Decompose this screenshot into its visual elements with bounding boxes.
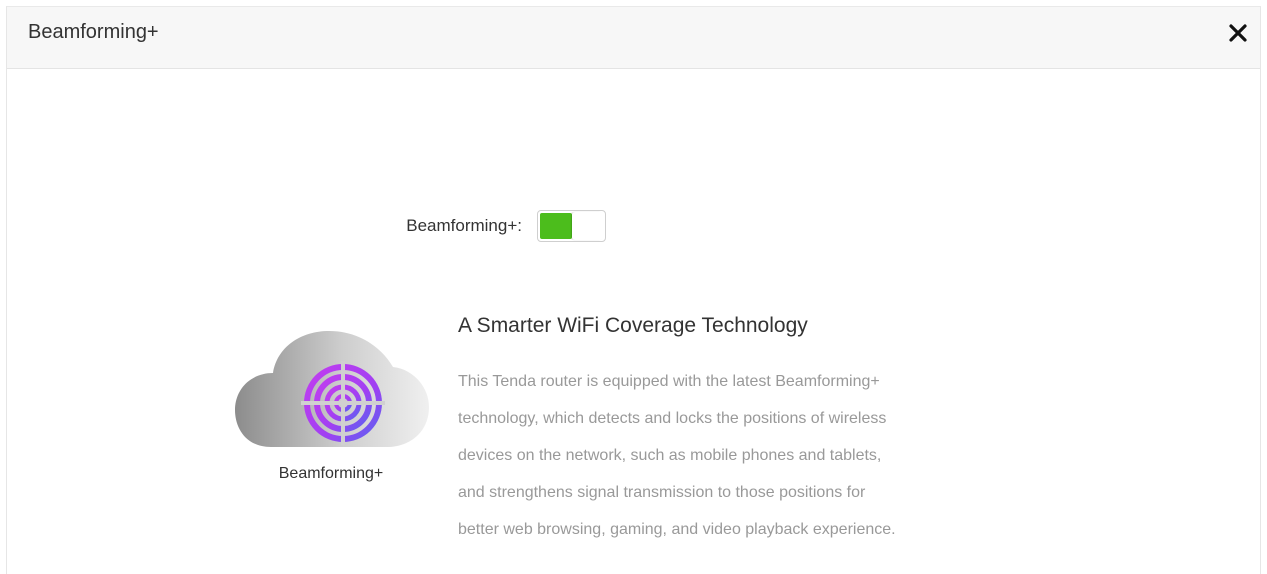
- toggle-on-fill: [540, 213, 572, 239]
- beamforming-cloud-icon: [231, 307, 431, 457]
- feature-description: This Tenda router is equipped with the l…: [458, 363, 1058, 548]
- dialog-header: Beamforming+: [7, 7, 1260, 69]
- description-line: technology, which detects and locks the …: [458, 410, 887, 427]
- dialog-title: Beamforming+: [28, 21, 159, 43]
- toggle-knob: [572, 212, 603, 240]
- description-line: This Tenda router is equipped with the l…: [458, 373, 880, 390]
- beamforming-toggle-label: Beamforming+:: [406, 216, 522, 235]
- description-line: devices on the network, such as mobile p…: [458, 447, 882, 464]
- close-button[interactable]: [1228, 23, 1248, 43]
- close-icon: [1229, 24, 1247, 42]
- beamforming-setting-row: Beamforming+:: [7, 208, 1260, 244]
- feature-heading: A Smarter WiFi Coverage Technology: [458, 314, 808, 337]
- beamforming-dialog: Beamforming+ Beamforming+: Beamforming+ …: [6, 6, 1261, 574]
- description-line: and strengthens signal transmission to t…: [458, 484, 866, 501]
- beamforming-caption: Beamforming+: [278, 465, 384, 482]
- beamforming-toggle-switch[interactable]: [537, 210, 606, 242]
- description-line: better web browsing, gaming, and video p…: [458, 521, 896, 538]
